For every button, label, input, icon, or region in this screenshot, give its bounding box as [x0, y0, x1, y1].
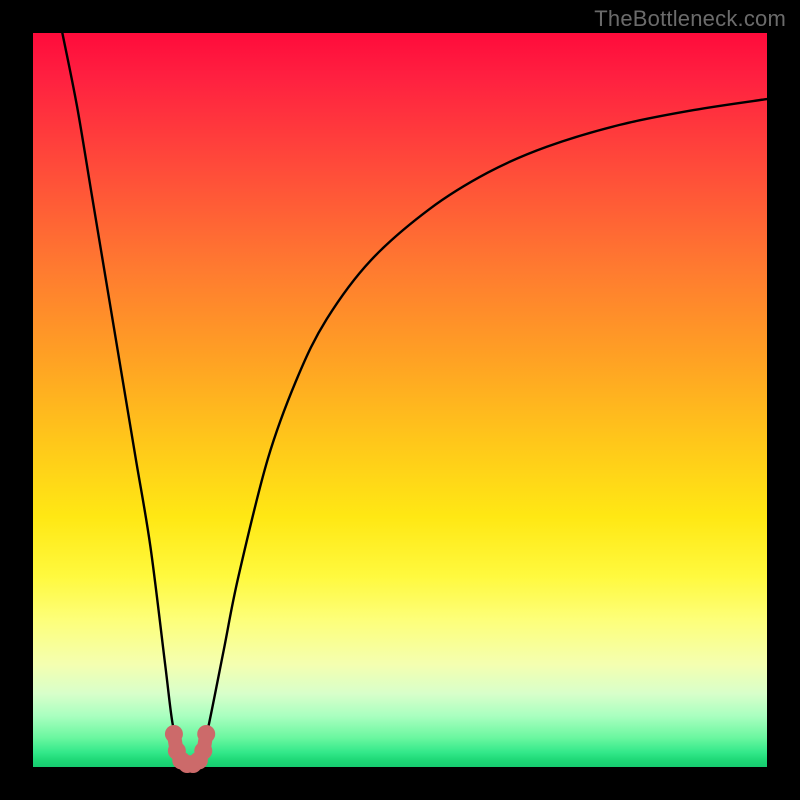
plot-area	[33, 33, 767, 767]
optimal-range-marker	[165, 725, 215, 773]
optimal-range-dot	[197, 725, 215, 743]
optimal-range-dot	[165, 725, 183, 743]
optimal-range-dot	[194, 742, 212, 760]
chart-frame: TheBottleneck.com	[0, 0, 800, 800]
curve-svg	[33, 33, 767, 767]
watermark-text: TheBottleneck.com	[594, 6, 786, 32]
bottleneck-curve	[62, 33, 767, 765]
